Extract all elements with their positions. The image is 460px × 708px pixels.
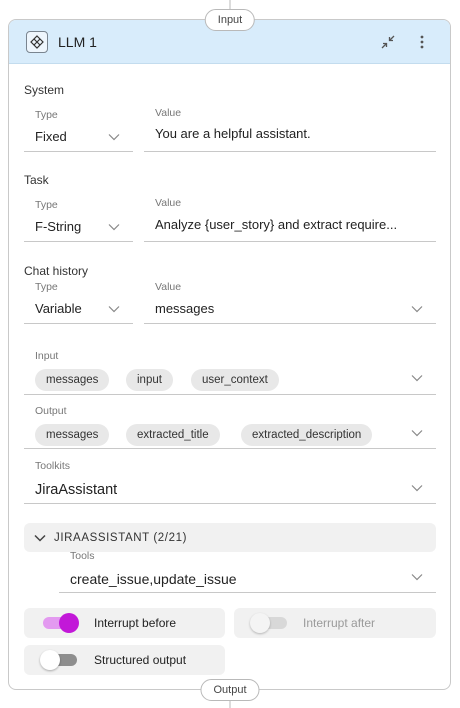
task-type-label: Type [35,199,58,211]
task-value-label: Value [155,197,182,209]
chat-history-value-select[interactable]: messages [155,301,214,316]
input-chip[interactable]: messages [35,369,110,391]
task-type-select[interactable]: F-String [35,219,81,234]
toolkit-group-header[interactable]: JIRAASSISTANT (2/21) [24,523,436,552]
tools-label: Tools [70,550,95,562]
structured-output-card: Structured output [24,645,225,675]
structured-output-toggle[interactable] [40,650,77,670]
input-label: Input [35,350,59,362]
chevron-down-icon[interactable] [108,133,120,141]
interrupt-before-toggle[interactable] [43,613,79,633]
input-chip[interactable]: user_context [191,369,279,391]
llm-node-icon [26,30,48,53]
chevron-down-icon[interactable] [411,305,423,313]
interrupt-before-label: Interrupt before [94,616,177,630]
system-value-label: Value [155,107,182,119]
collapse-arrows-icon[interactable] [379,33,397,51]
chat-history-type-select[interactable]: Variable [35,301,82,316]
chevron-down-icon[interactable] [108,223,120,231]
toolkit-group-title: JIRAASSISTANT (2/21) [54,531,187,544]
output-chip[interactable]: extracted_title [126,424,220,446]
output-chip[interactable]: extracted_description [241,424,373,446]
toolkits-label: Toolkits [35,460,71,472]
chevron-down-icon[interactable] [411,484,423,492]
interrupt-after-toggle[interactable] [250,613,287,633]
more-vertical-icon[interactable] [413,33,431,51]
system-type-select[interactable]: Fixed [35,129,67,144]
chevron-down-icon[interactable] [411,429,423,437]
llm-node-card: LLM 1 System Type Fixed Value You are a … [8,19,451,690]
task-value-input[interactable]: Analyze {user_story} and extract require… [155,217,433,232]
chevron-down-icon[interactable] [108,305,120,313]
input-port[interactable]: Input [204,9,256,31]
interrupt-before-card: Interrupt before [24,608,225,638]
chat-history-value-label: Value [155,281,182,293]
system-section-label: System [24,83,65,97]
chevron-down-icon[interactable] [34,534,46,542]
structured-output-label: Structured output [94,653,187,667]
output-port[interactable]: Output [200,679,260,701]
system-value-input[interactable]: You are a helpful assistant. [155,126,433,141]
interrupt-after-card: Interrupt after [234,608,436,638]
chevron-down-icon[interactable] [411,573,423,581]
input-chip[interactable]: input [126,369,173,391]
output-label: Output [35,405,67,417]
toolkits-select[interactable]: JiraAssistant [35,482,117,498]
chat-history-type-label: Type [35,281,58,293]
system-type-label: Type [35,109,58,121]
interrupt-after-label: Interrupt after [303,616,376,630]
tools-select[interactable]: create_issue,update_issue [70,571,237,587]
chat-history-section-label: Chat history [24,264,89,278]
chevron-down-icon[interactable] [411,374,423,382]
task-section-label: Task [24,173,49,187]
output-chip[interactable]: messages [35,424,110,446]
node-title: LLM 1 [58,33,97,50]
